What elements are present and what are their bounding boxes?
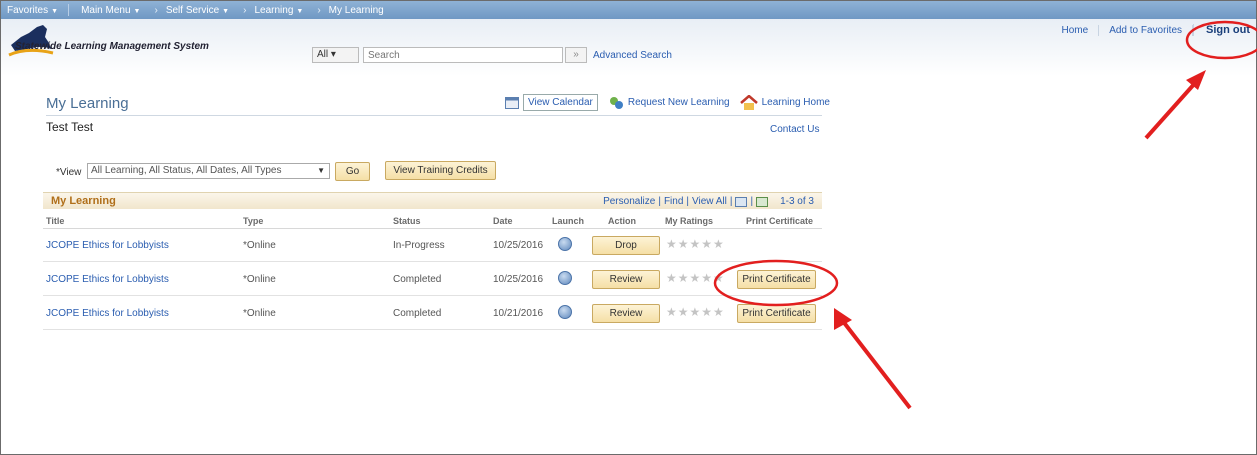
chevron-down-icon: ▼ [51,7,59,15]
print-certificate-button[interactable]: Print Certificate [737,270,816,289]
nav-self-service[interactable]: Self Service ▼ [166,5,229,16]
table-row: JCOPE Ethics for Lobbyists *Online Compl… [43,297,822,330]
course-date: 10/21/2016 [493,308,544,319]
course-type: *Online [243,308,276,319]
course-type: *Online [243,274,276,285]
search-go-button[interactable]: » [565,47,587,63]
grid-header: My Learning Personalize | Find | View Al… [43,192,822,209]
rating-stars[interactable]: ★★★★★ [666,305,725,319]
rating-stars[interactable]: ★★★★★ [666,271,725,285]
course-title-link[interactable]: JCOPE Ethics for Lobbyists [46,308,169,319]
nav-learning[interactable]: Learning ▼ [254,5,303,16]
advanced-search-link[interactable]: Advanced Search [593,50,672,61]
header-band: Statewide Learning Management System All… [1,19,1256,76]
launch-icon[interactable] [558,237,572,251]
chevron-down-icon: ▼ [317,166,325,175]
course-title-link[interactable]: JCOPE Ethics for Lobbyists [46,240,169,251]
col-title[interactable]: Title [46,216,64,226]
page-actions: View Calendar Request New Learning Learn… [505,94,840,111]
row-count: 1-3 of 3 [780,196,814,207]
col-print-certificate: Print Certificate [746,216,814,226]
learning-home-link[interactable]: Learning Home [739,94,830,111]
launch-icon[interactable] [558,305,572,319]
view-label: *View [56,167,82,178]
home-link[interactable]: Home [1052,24,1100,36]
sign-out-link[interactable]: Sign out [1193,24,1250,36]
rating-stars[interactable]: ★★★★★ [666,237,725,251]
table-row: JCOPE Ethics for Lobbyists *Online In-Pr… [43,229,822,262]
request-new-learning-label: Request New Learning [627,97,730,108]
view-calendar-button[interactable]: View Calendar [505,94,598,111]
zoom-grid-icon[interactable] [735,196,748,207]
course-date: 10/25/2016 [493,240,544,251]
col-type[interactable]: Type [243,216,263,226]
home-icon [739,94,758,110]
go-button[interactable]: Go [335,162,370,181]
top-navigation-bar: Favorites ▼ Main Menu ▼ › Self Service ▼ › … [1,1,1256,19]
request-new-learning-link[interactable]: Request New Learning [608,96,730,110]
grid-tools-separator: | [729,196,733,207]
learning-home-label: Learning Home [761,97,830,108]
launch-icon[interactable] [558,271,572,285]
nav-favorites[interactable]: Favorites ▼ [7,5,58,16]
nav-my-learning[interactable]: My Learning [329,5,384,16]
review-button[interactable]: Review [592,304,660,323]
title-divider [46,115,822,116]
grid-title: My Learning [51,195,116,207]
view-training-credits-button[interactable]: View Training Credits [385,161,496,180]
col-my-ratings: My Ratings [665,216,714,226]
nav-main-menu[interactable]: Main Menu ▼ [81,5,140,16]
personalize-link[interactable]: Personalize [603,196,655,207]
view-calendar-label: View Calendar [523,94,598,111]
page-title: My Learning [46,95,129,112]
breadcrumb-arrow-icon: › [243,4,247,16]
col-status[interactable]: Status [393,216,421,226]
chevron-down-icon: ▼ [222,7,230,15]
find-link[interactable]: Find [664,196,683,207]
contact-us-link[interactable]: Contact Us [770,124,819,135]
breadcrumb-arrow-icon: › [317,4,321,16]
course-status: Completed [393,274,442,285]
download-spreadsheet-icon[interactable] [756,196,769,207]
add-to-favorites-link[interactable]: Add to Favorites [1099,24,1193,36]
search-scope-select[interactable]: All ▾ [312,47,359,63]
chevron-down-icon: ▾ [330,49,336,60]
drop-button[interactable]: Drop [592,236,660,255]
print-certificate-button[interactable]: Print Certificate [737,304,816,323]
chevron-down-icon: ▼ [296,7,304,15]
app-logo-text: Statewide Learning Management System [15,41,209,52]
course-title-link[interactable]: JCOPE Ethics for Lobbyists [46,274,169,285]
col-launch: Launch [552,216,585,226]
view-filter-value: All Learning, All Status, All Dates, All… [91,165,282,176]
table-row: JCOPE Ethics for Lobbyists *Online Compl… [43,263,822,296]
view-filter-select[interactable]: All Learning, All Status, All Dates, All… [87,163,330,179]
course-date: 10/25/2016 [493,274,544,285]
chevron-down-icon: ▼ [133,7,141,15]
grid-tools-separator: | [658,196,661,207]
course-type: *Online [243,240,276,251]
breadcrumb-arrow-icon: › [154,4,158,16]
grid-tools-separator: | [750,196,754,207]
search-input[interactable] [363,47,563,63]
col-action: Action [608,216,636,226]
course-status: In-Progress [393,240,445,251]
view-all-link[interactable]: View All [692,196,727,207]
course-status: Completed [393,308,442,319]
grid-tools-separator: | [686,196,690,207]
grid-tools: Personalize | Find | View All | | 1-3 of… [600,196,814,207]
header-links: Home Add to Favorites Sign out [1052,24,1250,36]
col-date[interactable]: Date [493,216,513,226]
review-button[interactable]: Review [592,270,660,289]
nav-divider [68,4,70,16]
request-learning-icon [609,96,623,109]
calendar-icon [505,96,519,109]
learner-name: Test Test [46,120,94,134]
